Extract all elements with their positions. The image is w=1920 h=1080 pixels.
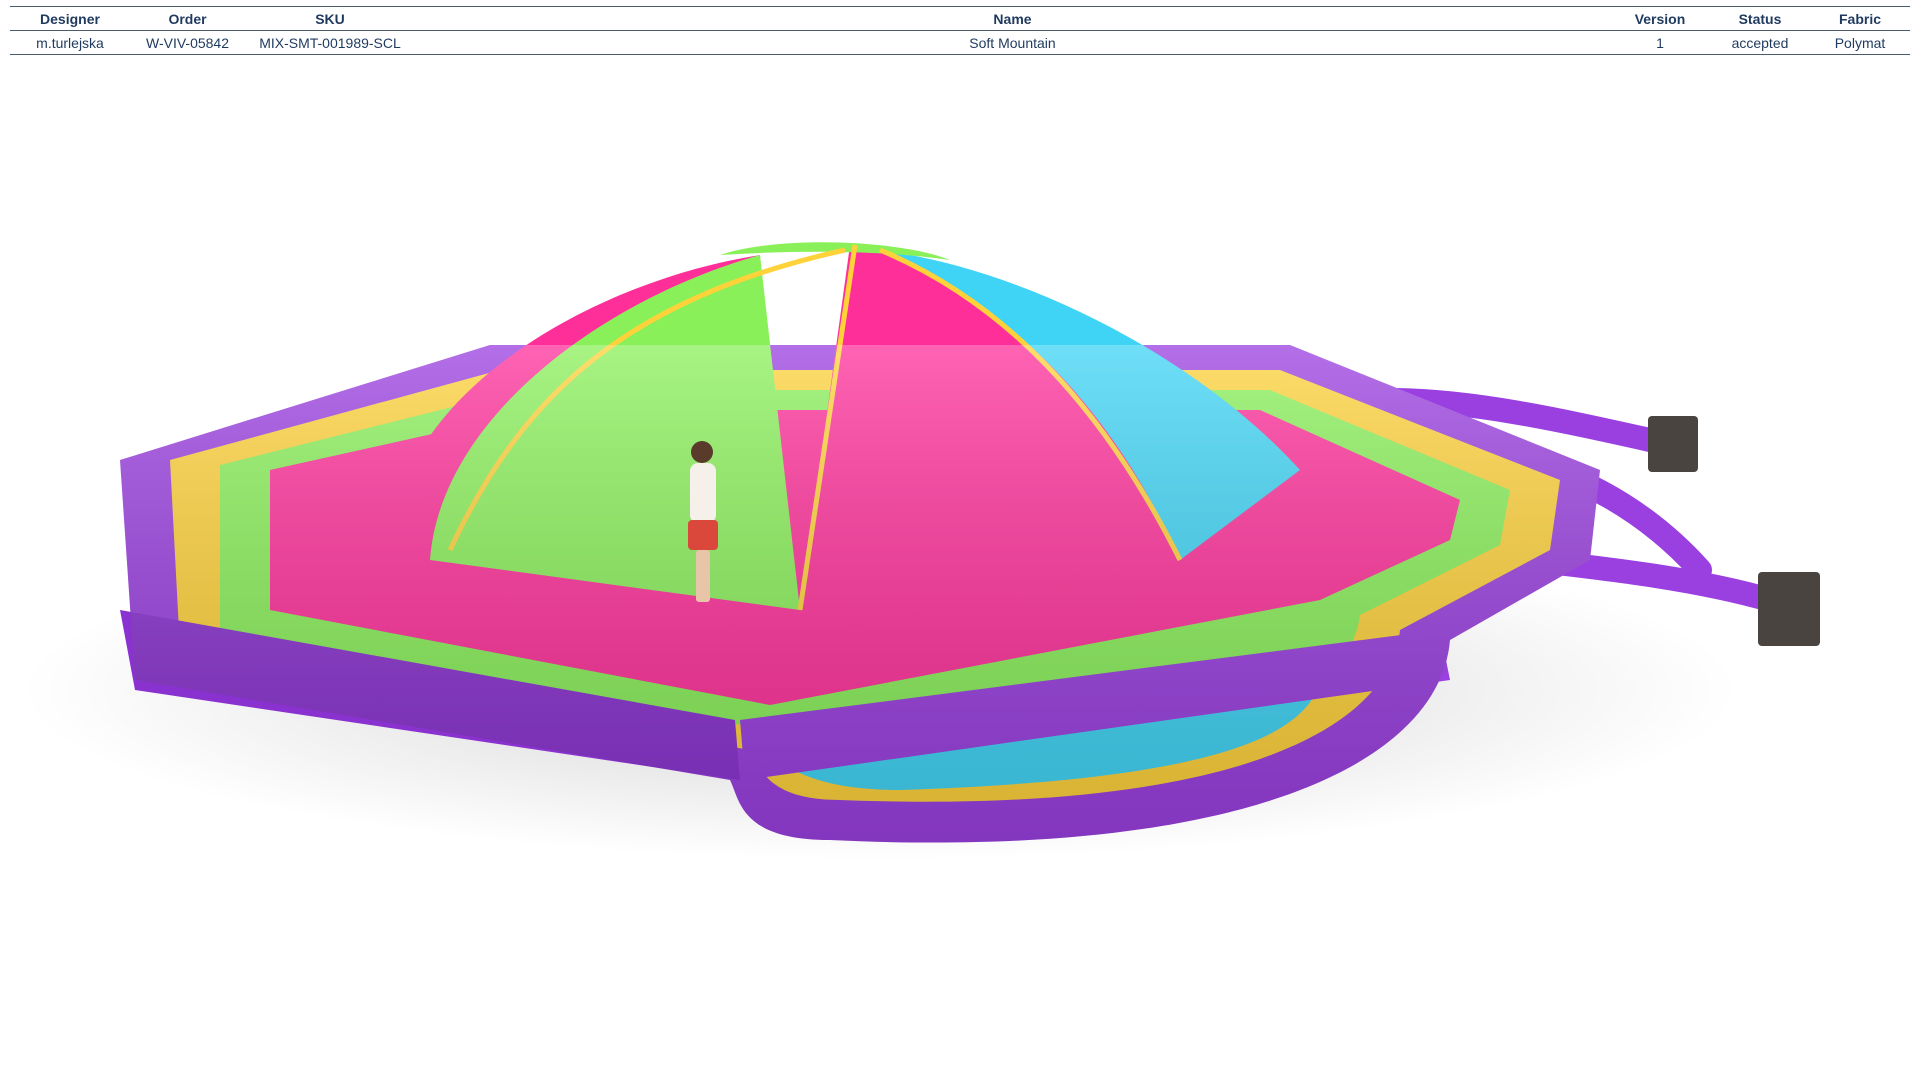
- cell-status: accepted: [1731, 34, 1789, 51]
- table-row: m.turlejska W-VIV-05842 MIX-SMT-001989-S…: [10, 31, 1910, 55]
- cell-version: 1: [1656, 34, 1664, 51]
- table-header-row: Designer Order SKU Name Version Status F…: [10, 6, 1910, 31]
- blower-box: [1758, 572, 1820, 646]
- header-status: Status: [1738, 10, 1782, 27]
- header-sku: SKU: [315, 10, 345, 27]
- cell-fabric: Polymat: [1834, 34, 1886, 51]
- child-skirt: [688, 520, 718, 550]
- spec-table: Designer Order SKU Name Version Status F…: [10, 6, 1910, 55]
- header-fabric: Fabric: [1838, 10, 1881, 27]
- header-version: Version: [1634, 10, 1686, 27]
- cell-designer: m.turlejska: [36, 34, 104, 51]
- header-order: Order: [168, 10, 207, 27]
- cell-order: W-VIV-05842: [145, 34, 229, 51]
- cell-name: Soft Mountain: [969, 34, 1056, 51]
- child-shirt: [690, 463, 716, 523]
- header-name: Name: [993, 10, 1032, 27]
- blower-box: [1648, 416, 1698, 472]
- child-legs: [696, 550, 710, 602]
- child-head: [691, 441, 713, 463]
- header-designer: Designer: [40, 10, 100, 27]
- cell-sku: MIX-SMT-001989-SCL: [259, 34, 401, 51]
- product-render: [20, 242, 1820, 860]
